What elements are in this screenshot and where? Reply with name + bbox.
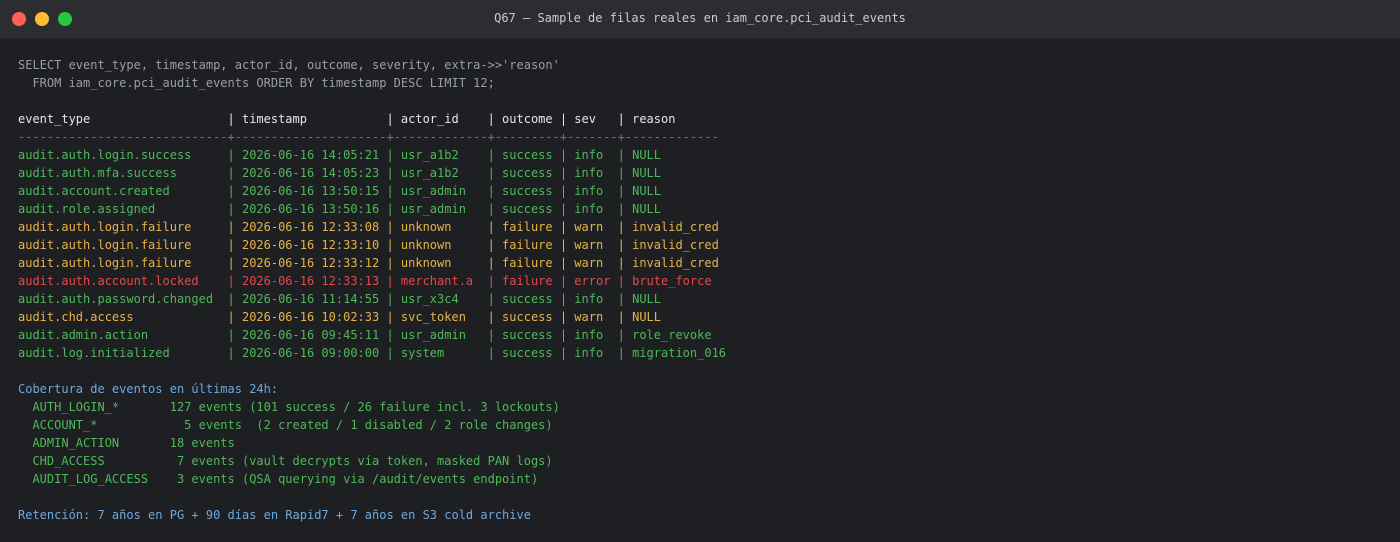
coverage-item: ACCOUNT_* 5 events (2 created / 1 disabl… <box>18 418 553 432</box>
table-row: audit.auth.password.changed | 2026-06-16… <box>18 292 661 306</box>
title-bar: Q67 — Sample de filas reales en iam_core… <box>0 0 1400 39</box>
table-row: audit.auth.login.failure | 2026-06-16 12… <box>18 238 719 252</box>
table-row: audit.auth.login.failure | 2026-06-16 12… <box>18 256 719 270</box>
table-row: audit.auth.login.success | 2026-06-16 14… <box>18 148 661 162</box>
terminal-output[interactable]: SELECT event_type, timestamp, actor_id, … <box>0 39 1400 524</box>
coverage-item: AUDIT_LOG_ACCESS 3 events (QSA querying … <box>18 472 539 486</box>
sql-query-line-2: FROM iam_core.pci_audit_events ORDER BY … <box>18 76 495 90</box>
coverage-item: AUTH_LOGIN_* 127 events (101 success / 2… <box>18 400 560 414</box>
table-header: event_type | timestamp | actor_id | outc… <box>18 112 676 126</box>
table-row: audit.admin.action | 2026-06-16 09:45:11… <box>18 328 712 342</box>
coverage-item: ADMIN_ACTION 18 events <box>18 436 235 450</box>
table-separator: -----------------------------+----------… <box>18 130 719 144</box>
terminal-window: Q67 — Sample de filas reales en iam_core… <box>0 0 1400 542</box>
window-title: Q67 — Sample de filas reales en iam_core… <box>494 11 906 25</box>
table-row: audit.auth.account.locked | 2026-06-16 1… <box>18 274 712 288</box>
coverage-heading: Cobertura de eventos en últimas 24h: <box>18 382 279 396</box>
retention-note: Retención: 7 años en PG + 90 días en Rap… <box>18 508 531 522</box>
table-row: audit.chd.access | 2026-06-16 10:02:33 |… <box>18 310 661 324</box>
table-row: audit.auth.mfa.success | 2026-06-16 14:0… <box>18 166 661 180</box>
sql-query-line-1: SELECT event_type, timestamp, actor_id, … <box>18 58 560 72</box>
coverage-item: CHD_ACCESS 7 events (vault decrypts vía … <box>18 454 553 468</box>
table-row: audit.auth.login.failure | 2026-06-16 12… <box>18 220 719 234</box>
table-row: audit.role.assigned | 2026-06-16 13:50:1… <box>18 202 661 216</box>
table-row: audit.log.initialized | 2026-06-16 09:00… <box>18 346 727 360</box>
table-row: audit.account.created | 2026-06-16 13:50… <box>18 184 661 198</box>
